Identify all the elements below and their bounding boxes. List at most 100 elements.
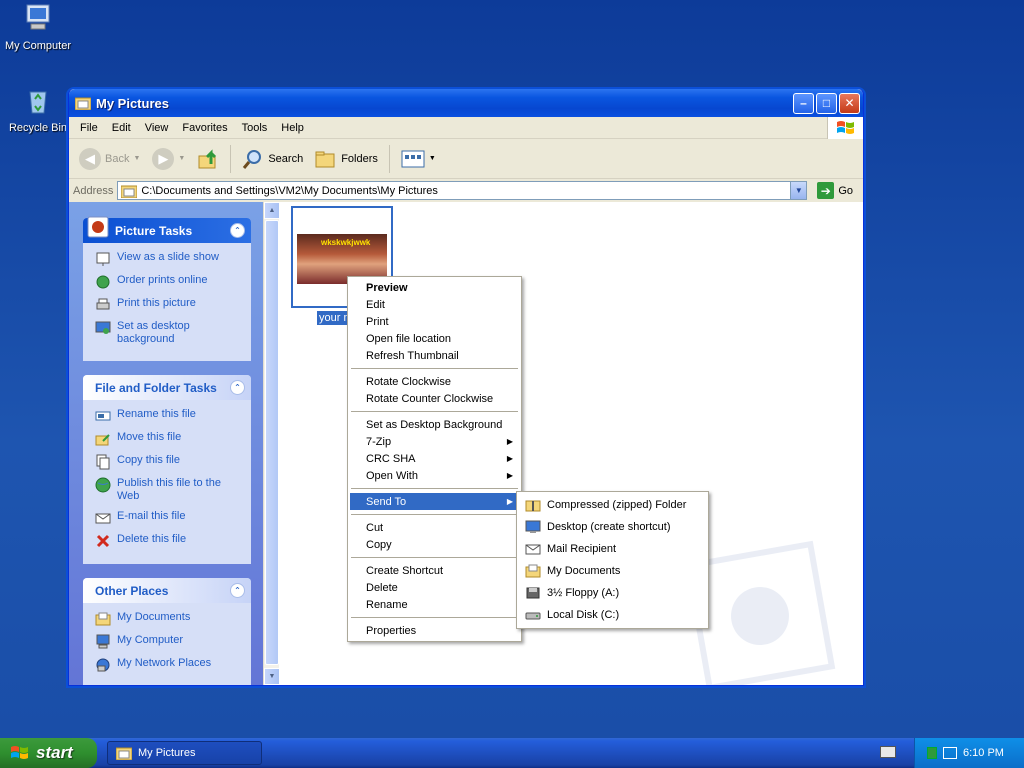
menu-help[interactable]: Help xyxy=(274,122,311,134)
go-button[interactable]: ➔ Go xyxy=(811,182,859,199)
taskbar-item-my-pictures[interactable]: My Pictures xyxy=(107,741,262,765)
desktop-icon-recycle-bin[interactable]: Recycle Bin xyxy=(0,84,76,134)
menu-item-rotate-counter-clockwise[interactable]: Rotate Counter Clockwise xyxy=(350,390,519,407)
send-to-compressed-folder[interactable]: Compressed (zipped) Folder xyxy=(519,494,706,516)
task-set-desktop-background[interactable]: Set as desktop background xyxy=(95,320,243,346)
menu-item-preview[interactable]: Preview xyxy=(350,279,519,296)
task-order-prints[interactable]: Order prints online xyxy=(95,274,243,290)
views-icon xyxy=(401,150,425,167)
forward-button[interactable]: ▶ ▼ xyxy=(148,146,189,172)
menu-item-set-desktop-background[interactable]: Set as Desktop Background xyxy=(350,416,519,433)
windows-flag-icon xyxy=(11,746,28,759)
close-button[interactable]: ✕ xyxy=(839,92,860,114)
menu-item-label: Local Disk (C:) xyxy=(547,609,620,621)
menu-tools[interactable]: Tools xyxy=(235,122,275,134)
folders-button[interactable]: Folders xyxy=(311,147,382,171)
menu-item-delete[interactable]: Delete xyxy=(350,579,519,596)
menu-item-copy[interactable]: Copy xyxy=(350,536,519,553)
minimize-button[interactable]: – xyxy=(793,92,814,114)
menu-item-label: 3½ Floppy (A:) xyxy=(547,587,620,599)
menu-item-crc-sha[interactable]: CRC SHA ▶ xyxy=(350,450,519,467)
email-icon xyxy=(95,513,111,524)
task-rename-file[interactable]: Rename this file xyxy=(95,408,243,424)
start-label: start xyxy=(36,743,73,762)
folder-icon xyxy=(121,185,138,198)
task-delete-file[interactable]: Delete this file xyxy=(95,533,243,549)
menu-item-7zip[interactable]: 7-Zip ▶ xyxy=(350,433,519,450)
address-dropdown-button[interactable]: ▼ xyxy=(790,182,807,199)
keyboard-icon[interactable] xyxy=(880,746,896,758)
task-view-slideshow[interactable]: View as a slide show xyxy=(95,251,243,267)
menu-item-open-with[interactable]: Open With ▶ xyxy=(350,467,519,484)
task-label: E-mail this file xyxy=(117,510,186,522)
task-move-file[interactable]: Move this file xyxy=(95,431,243,447)
menu-item-edit[interactable]: Edit xyxy=(350,296,519,313)
menu-item-rename[interactable]: Rename xyxy=(350,596,519,613)
views-button[interactable]: ▼ xyxy=(397,147,440,171)
task-email-file[interactable]: E-mail this file xyxy=(95,510,243,526)
address-path: C:\Documents and Settings\VM2\My Documen… xyxy=(141,184,438,197)
menu-item-refresh-thumbnail[interactable]: Refresh Thumbnail xyxy=(350,347,519,364)
task-copy-file[interactable]: Copy this file xyxy=(95,454,243,470)
address-input[interactable]: C:\Documents and Settings\VM2\My Documen… xyxy=(117,181,808,200)
menu-file[interactable]: File xyxy=(73,122,105,134)
menu-item-create-shortcut[interactable]: Create Shortcut xyxy=(350,562,519,579)
scroll-down-button[interactable]: ▼ xyxy=(264,668,280,685)
picture-tasks-panel: Picture Tasks ⌃ View as a slide show Ord… xyxy=(83,216,251,361)
back-button[interactable]: ◀ Back ▼ xyxy=(75,146,144,172)
task-publish-web[interactable]: Publish this file to the Web xyxy=(95,477,243,503)
menu-edit[interactable]: Edit xyxy=(105,122,138,134)
clock[interactable]: 6:10 PM xyxy=(963,747,1004,759)
place-my-computer[interactable]: My Computer xyxy=(95,634,243,650)
menu-view[interactable]: View xyxy=(138,122,176,134)
desktop-icon-my-computer[interactable]: My Computer xyxy=(0,2,76,52)
menu-item-open-file-location[interactable]: Open file location xyxy=(350,330,519,347)
globe-icon xyxy=(95,477,111,493)
menu-item-label: Mail Recipient xyxy=(547,543,617,555)
picture-tasks-header[interactable]: Picture Tasks ⌃ xyxy=(83,216,251,243)
other-places-header[interactable]: Other Places ⌃ xyxy=(83,578,251,603)
task-print-picture[interactable]: Print this picture xyxy=(95,297,243,313)
send-to-desktop-shortcut[interactable]: Desktop (create shortcut) xyxy=(519,516,706,538)
network-places-icon xyxy=(96,658,110,672)
folder-up-icon xyxy=(198,148,217,168)
up-button[interactable] xyxy=(193,146,223,172)
go-label: Go xyxy=(838,184,853,197)
scroll-up-button[interactable]: ▲ xyxy=(264,202,280,219)
place-my-network-places[interactable]: My Network Places xyxy=(95,657,243,673)
menu-item-cut[interactable]: Cut xyxy=(350,519,519,536)
menu-item-label: Open With xyxy=(366,469,418,482)
collapse-icon[interactable]: ⌃ xyxy=(230,583,245,598)
menu-favorites[interactable]: Favorites xyxy=(175,122,234,134)
menu-item-rotate-clockwise[interactable]: Rotate Clockwise xyxy=(350,373,519,390)
folder-icon xyxy=(75,97,91,110)
menu-separator xyxy=(351,488,518,489)
send-to-local-disk[interactable]: Local Disk (C:) xyxy=(519,604,706,626)
send-to-my-documents[interactable]: My Documents xyxy=(519,560,706,582)
send-to-mail-recipient[interactable]: Mail Recipient xyxy=(519,538,706,560)
send-to-floppy[interactable]: 3½ Floppy (A:) xyxy=(519,582,706,604)
tray-green-icon[interactable] xyxy=(927,747,937,759)
title-bar[interactable]: My Pictures – □ ✕ xyxy=(69,89,863,117)
globe-icon xyxy=(96,275,110,289)
picture-icon xyxy=(87,216,109,238)
collapse-icon[interactable]: ⌃ xyxy=(230,380,245,395)
scroll-thumb[interactable] xyxy=(265,220,279,665)
submenu-arrow-icon: ▶ xyxy=(506,437,513,446)
menu-separator xyxy=(351,557,518,558)
menu-bar: File Edit View Favorites Tools Help xyxy=(69,117,863,139)
maximize-button[interactable]: □ xyxy=(816,92,837,114)
task-label: Delete this file xyxy=(117,533,187,545)
search-icon xyxy=(243,149,262,169)
menu-item-print[interactable]: Print xyxy=(350,313,519,330)
place-my-documents[interactable]: My Documents xyxy=(95,611,243,627)
file-folder-tasks-header[interactable]: File and Folder Tasks ⌃ xyxy=(83,375,251,400)
task-label: Print this picture xyxy=(117,297,196,309)
start-button[interactable]: start xyxy=(0,738,97,768)
task-pane-scrollbar[interactable]: ▲ ▼ xyxy=(263,202,280,685)
network-tray-icon[interactable] xyxy=(943,747,957,759)
menu-item-properties[interactable]: Properties xyxy=(350,622,519,639)
collapse-icon[interactable]: ⌃ xyxy=(230,223,245,238)
search-button[interactable]: Search xyxy=(238,146,307,172)
menu-item-send-to[interactable]: Send To ▶ xyxy=(350,493,519,510)
